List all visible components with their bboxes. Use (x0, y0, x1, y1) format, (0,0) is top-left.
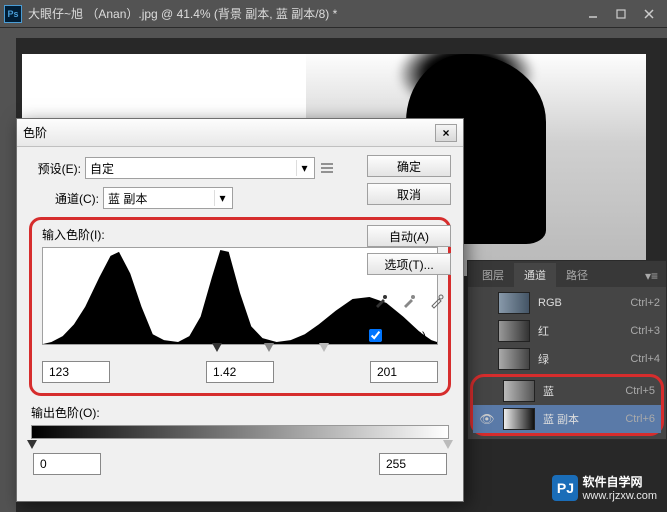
dialog-title: 色阶 (23, 124, 435, 141)
channel-rgb[interactable]: RGB Ctrl+2 (468, 289, 666, 317)
window-title: 大眼仔~旭 （Anan）.jpg @ 41.4% (背景 副本, 蓝 副本/8)… (28, 5, 579, 22)
channel-name: 绿 (538, 351, 622, 367)
chevron-down-icon: ▾ (296, 160, 312, 176)
preset-label: 预设(E): (29, 160, 85, 177)
white-point-slider[interactable] (319, 343, 329, 352)
channel-thumb-rgb (498, 292, 530, 314)
tab-layers[interactable]: 图层 (472, 263, 514, 287)
close-button[interactable] (635, 4, 663, 24)
channel-list: RGB Ctrl+2 红 Ctrl+3 绿 Ctrl+4 蓝 Ctrl+5 👁 (468, 287, 666, 439)
watermark-icon: PJ (552, 475, 578, 501)
watermark-text: 软件自学网 (582, 473, 657, 490)
output-black-slider[interactable] (27, 440, 37, 449)
channel-name: 蓝 (543, 383, 617, 399)
preset-value: 自定 (90, 160, 114, 177)
input-black-field[interactable] (42, 361, 110, 383)
dialog-titlebar[interactable]: 色阶 × (17, 119, 463, 147)
input-slider-track (42, 343, 438, 355)
cancel-button[interactable]: 取消 (367, 183, 451, 205)
panel-tabs: 图层 通道 路径 ▾≡ (468, 261, 666, 287)
preset-combo[interactable]: 自定 ▾ (85, 157, 315, 179)
channel-thumb-green (498, 348, 530, 370)
gray-eyedropper-icon[interactable] (399, 291, 419, 311)
preset-menu-button[interactable] (319, 160, 335, 176)
preview-label: 预览(P) (386, 327, 426, 344)
midtone-slider[interactable] (264, 343, 274, 352)
output-white-slider[interactable] (443, 440, 453, 449)
panel-menu-button[interactable]: ▾≡ (637, 265, 666, 287)
chevron-down-icon: ▾ (214, 190, 230, 206)
black-point-slider[interactable] (212, 343, 222, 352)
channel-blue-copy[interactable]: 👁 蓝 副本 Ctrl+6 (473, 405, 661, 433)
channel-shortcut: Ctrl+6 (625, 413, 655, 425)
highlighted-channels: 蓝 Ctrl+5 👁 蓝 副本 Ctrl+6 (470, 374, 664, 436)
auto-button[interactable]: 自动(A) (367, 225, 451, 247)
channel-name: RGB (538, 297, 622, 309)
channel-value: 蓝 副本 (108, 190, 147, 207)
channel-combo[interactable]: 蓝 副本 ▾ (103, 187, 233, 209)
channel-label: 通道(C): (47, 190, 103, 207)
channel-shortcut: Ctrl+2 (630, 297, 660, 309)
visibility-icon[interactable]: 👁 (479, 412, 495, 426)
channel-green[interactable]: 绿 Ctrl+4 (468, 345, 666, 373)
output-levels-label: 输出色阶(O): (31, 404, 449, 421)
preview-checkbox[interactable] (369, 329, 382, 342)
channel-name: 红 (538, 323, 622, 339)
menubar (0, 28, 667, 38)
main-titlebar: Ps 大眼仔~旭 （Anan）.jpg @ 41.4% (背景 副本, 蓝 副本… (0, 0, 667, 28)
output-white-field[interactable] (379, 453, 447, 475)
tab-channels[interactable]: 通道 (514, 263, 556, 287)
app-icon: Ps (4, 5, 22, 23)
channel-thumb-red (498, 320, 530, 342)
tab-paths[interactable]: 路径 (556, 263, 598, 287)
channel-red[interactable]: 红 Ctrl+3 (468, 317, 666, 345)
output-levels-section: 输出色阶(O): (29, 404, 451, 475)
channels-panel: 图层 通道 路径 ▾≡ RGB Ctrl+2 红 Ctrl+3 绿 Ctrl+4 (467, 260, 667, 440)
maximize-button[interactable] (607, 4, 635, 24)
watermark-url: www.rjzxw.com (582, 490, 657, 502)
output-black-field[interactable] (33, 453, 101, 475)
channel-shortcut: Ctrl+4 (630, 353, 660, 365)
watermark: PJ 软件自学网 www.rjzxw.com (552, 473, 657, 502)
input-white-field[interactable] (370, 361, 438, 383)
levels-dialog: 色阶 × 预设(E): 自定 ▾ 通道(C): 蓝 副本 ▾ 输入色阶(I): (16, 118, 464, 502)
channel-shortcut: Ctrl+3 (630, 325, 660, 337)
minimize-button[interactable] (579, 4, 607, 24)
output-gradient-slider[interactable] (31, 425, 449, 439)
dialog-close-button[interactable]: × (435, 124, 457, 142)
options-button[interactable]: 选项(T)... (367, 253, 451, 275)
channel-shortcut: Ctrl+5 (625, 385, 655, 397)
input-gamma-field[interactable] (206, 361, 274, 383)
channel-thumb-blue-copy (503, 408, 535, 430)
channel-blue[interactable]: 蓝 Ctrl+5 (473, 377, 661, 405)
white-eyedropper-icon[interactable] (427, 291, 447, 311)
black-eyedropper-icon[interactable] (371, 291, 391, 311)
ok-button[interactable]: 确定 (367, 155, 451, 177)
channel-thumb-blue (503, 380, 535, 402)
channel-name: 蓝 副本 (543, 411, 617, 427)
